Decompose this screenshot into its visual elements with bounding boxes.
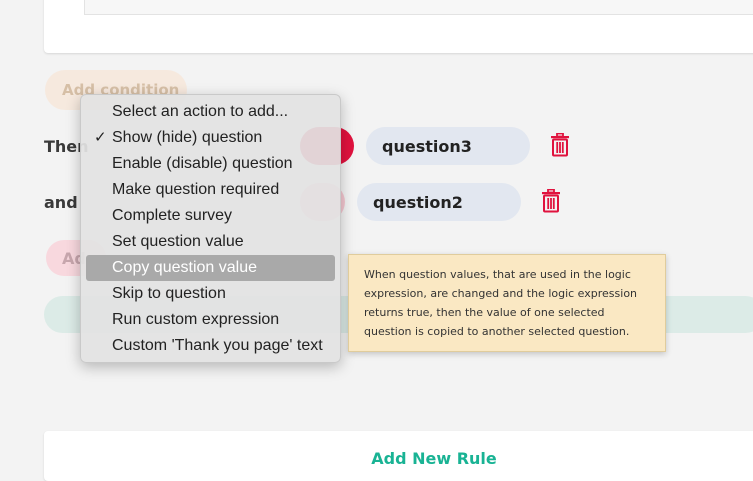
menu-item-copy-value[interactable]: Copy question value bbox=[86, 255, 335, 281]
menu-item-run-expression[interactable]: Run custom expression bbox=[86, 307, 335, 333]
trash-icon[interactable] bbox=[550, 132, 570, 162]
menu-item-show-hide[interactable]: ✓ Show (hide) question bbox=[86, 125, 335, 151]
menu-item-skip-to-question[interactable]: Skip to question bbox=[86, 281, 335, 307]
menu-item-label: Run custom expression bbox=[112, 311, 280, 328]
menu-item-set-value[interactable]: Set question value bbox=[86, 229, 335, 255]
menu-item-complete-survey[interactable]: Complete survey bbox=[86, 203, 335, 229]
menu-item-label: Skip to question bbox=[112, 285, 226, 302]
menu-item-label: Show (hide) question bbox=[112, 129, 263, 146]
menu-item-label: Custom 'Thank you page' text bbox=[112, 337, 323, 354]
condition-editor-area bbox=[84, 0, 753, 15]
menu-item-enable-disable[interactable]: Enable (disable) question bbox=[86, 151, 335, 177]
checkmark-icon: ✓ bbox=[94, 129, 107, 146]
action-description-tooltip: When question values, that are used in t… bbox=[348, 254, 666, 352]
menu-item-label: Copy question value bbox=[112, 259, 257, 276]
menu-item-label: Enable (disable) question bbox=[112, 155, 293, 172]
menu-item-label: Make question required bbox=[112, 181, 280, 198]
menu-item-label: Complete survey bbox=[112, 207, 233, 224]
menu-item-thank-you-text[interactable]: Custom 'Thank you page' text bbox=[86, 333, 335, 359]
menu-item-label: Select an action to add... bbox=[112, 103, 289, 120]
question-selector-2[interactable]: question2 bbox=[357, 183, 521, 221]
question-selector-1[interactable]: question3 bbox=[366, 127, 530, 165]
trash-icon[interactable] bbox=[541, 188, 561, 218]
add-new-rule-button[interactable]: Add New Rule bbox=[44, 449, 753, 468]
and-label: and bbox=[44, 193, 78, 212]
menu-item-placeholder[interactable]: Select an action to add... bbox=[86, 99, 335, 125]
menu-item-make-required[interactable]: Make question required bbox=[86, 177, 335, 203]
condition-card bbox=[44, 0, 753, 53]
action-dropdown-menu: Select an action to add... ✓ Show (hide) … bbox=[80, 94, 341, 363]
menu-item-label: Set question value bbox=[112, 233, 244, 250]
new-rule-card: Add New Rule bbox=[44, 431, 753, 481]
